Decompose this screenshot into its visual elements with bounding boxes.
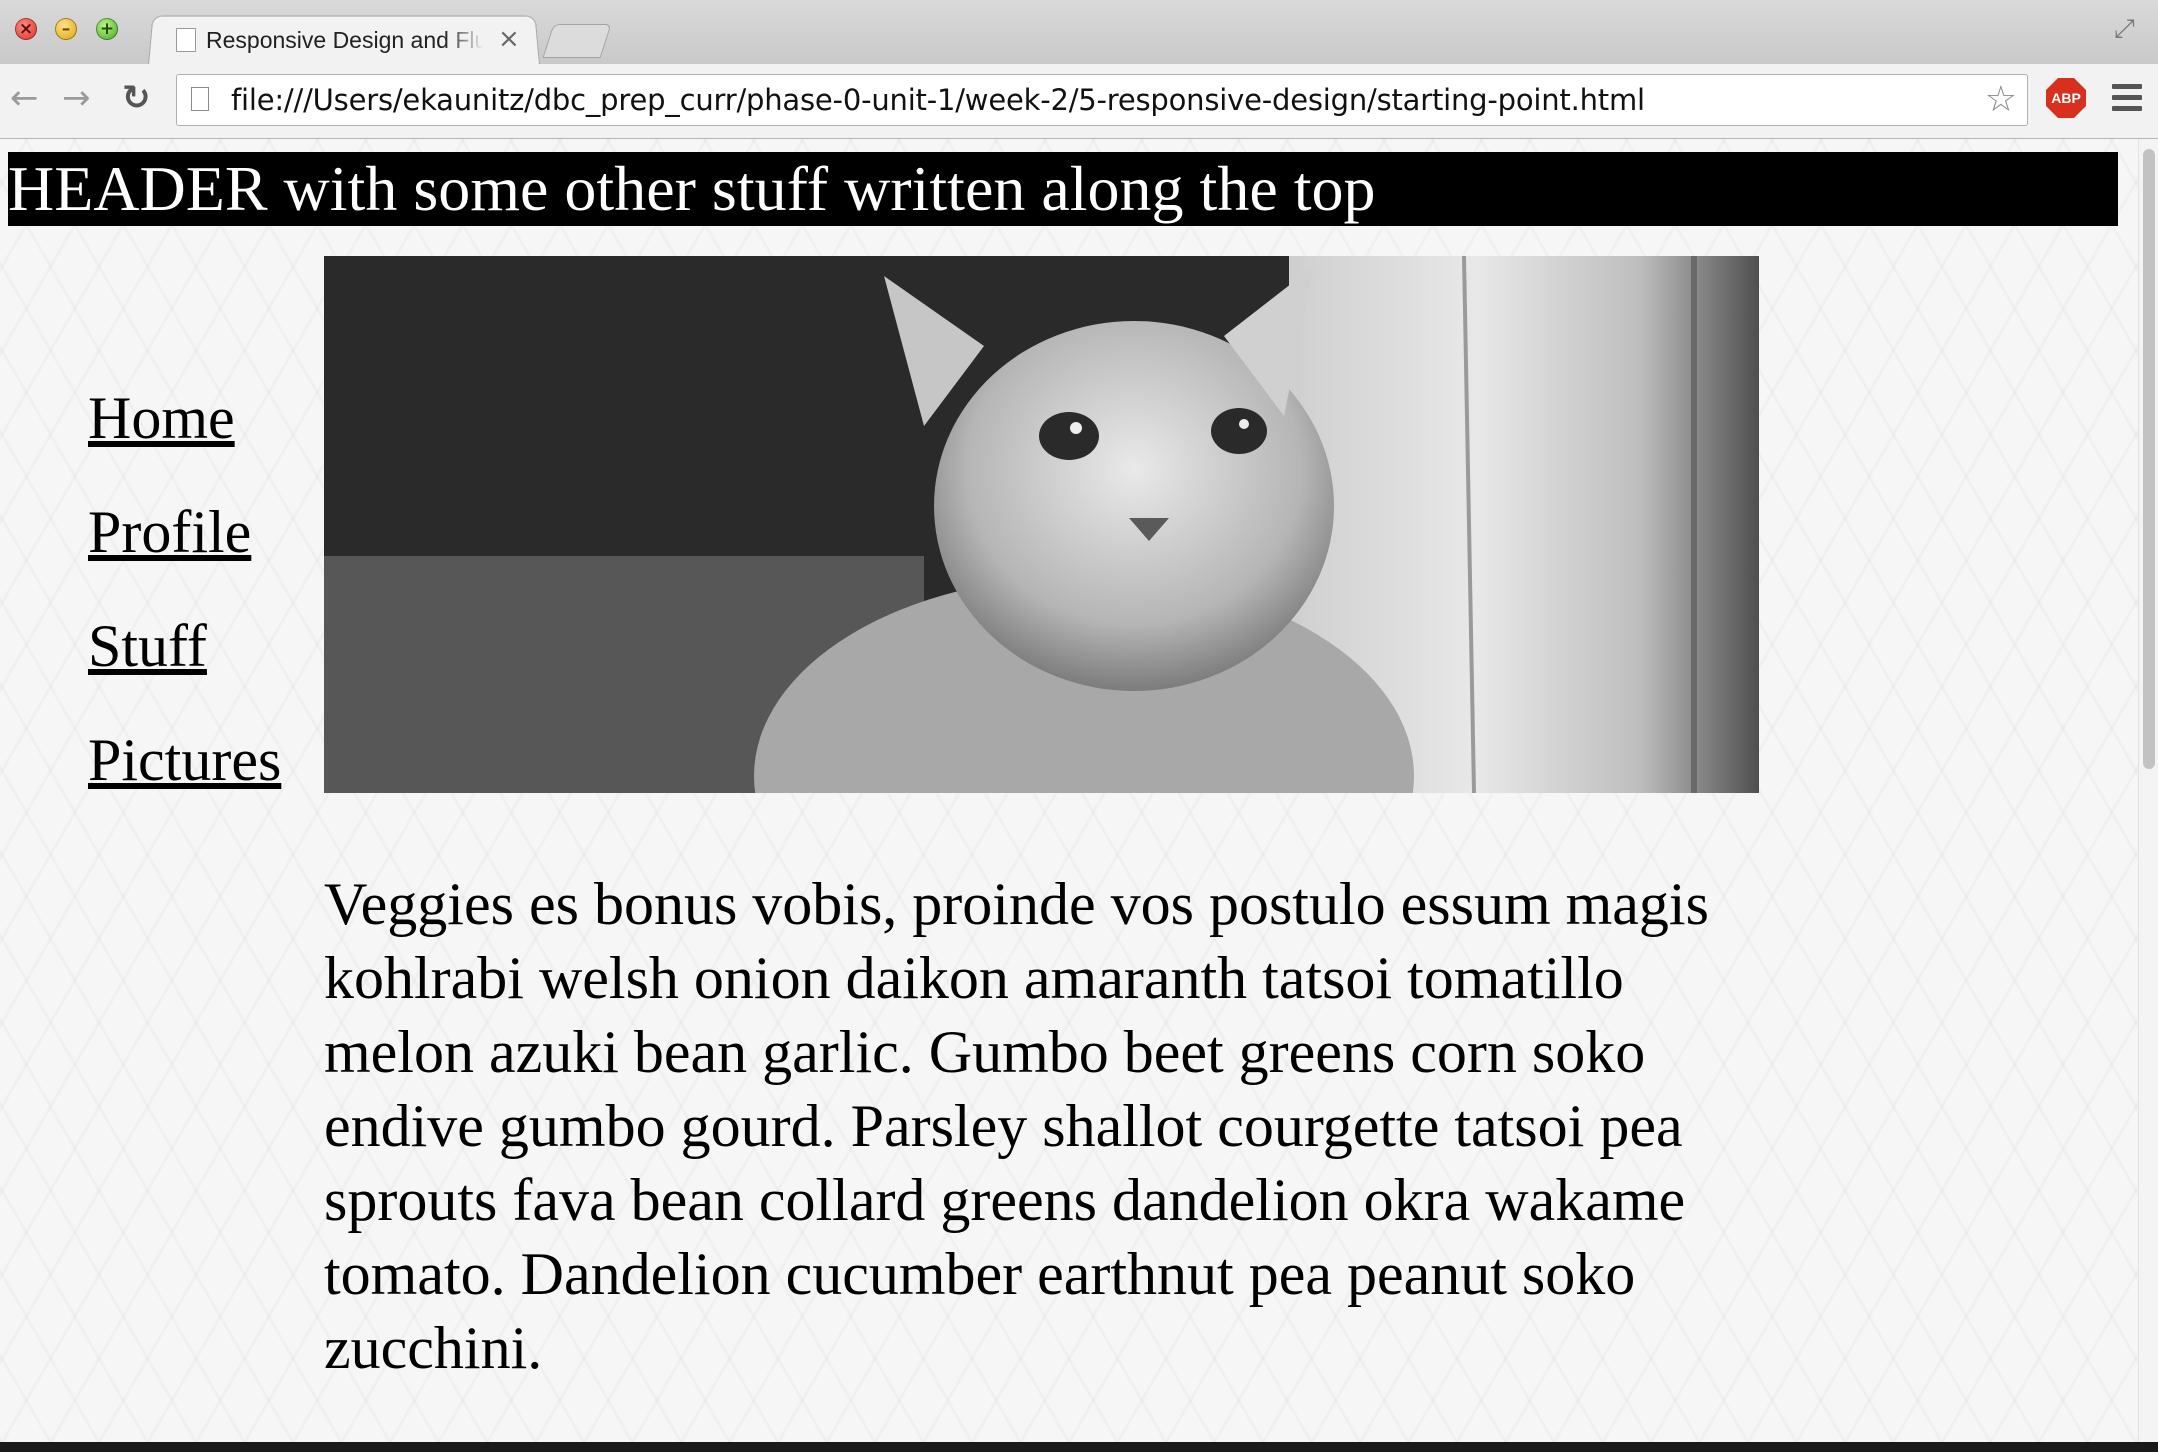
tab-title: Responsive Design and Fluid Layouts	[206, 27, 484, 54]
nav-link-profile[interactable]: Profile	[88, 475, 281, 589]
browser-toolbar: ← → ↻ file:///Users/ekaunitz/dbc_prep_cu…	[0, 64, 2158, 139]
window-close-button[interactable]: ×	[15, 18, 37, 40]
scrollbar-thumb[interactable]	[2143, 149, 2155, 769]
new-tab-button[interactable]	[542, 24, 612, 58]
nav-link-stuff[interactable]: Stuff	[88, 589, 281, 703]
window-maximize-button[interactable]: +	[96, 18, 118, 40]
page-icon	[176, 28, 196, 52]
forward-arrow-icon[interactable]: →	[62, 78, 91, 118]
address-bar[interactable]: file:///Users/ekaunitz/dbc_prep_curr/pha…	[176, 74, 2028, 126]
browser-tab-content[interactable]: Responsive Design and Fluid Layouts ×	[172, 22, 532, 58]
url-text[interactable]: file:///Users/ekaunitz/dbc_prep_curr/pha…	[231, 83, 1645, 117]
close-icon: ×	[18, 19, 34, 39]
menu-icon[interactable]	[2112, 84, 2142, 117]
nav-link-home[interactable]: Home	[88, 361, 281, 475]
kitten-photo	[324, 256, 1759, 793]
side-nav: Home Profile Stuff Pictures	[88, 361, 281, 817]
nav-link-pictures[interactable]: Pictures	[88, 703, 281, 817]
scrollbar[interactable]	[2138, 139, 2158, 1442]
page-icon	[191, 87, 209, 111]
bookmark-star-icon[interactable]: ☆	[1985, 79, 2017, 120]
page-header: HEADER with some other stuff written alo…	[8, 152, 2118, 226]
hero-image	[324, 256, 1759, 793]
page-viewport: HEADER with some other stuff written alo…	[0, 139, 2138, 1442]
article-text: Veggies es bonus vobis, proinde vos post…	[324, 867, 1764, 1385]
maximize-icon: +	[99, 19, 115, 39]
fullscreen-icon[interactable]: ⤢	[2114, 14, 2135, 45]
minimize-icon: –	[61, 19, 71, 39]
window-minimize-button[interactable]: –	[55, 18, 77, 40]
bottom-edge	[0, 1442, 2158, 1452]
back-arrow-icon[interactable]: ←	[10, 78, 39, 118]
adblock-plus-icon[interactable]: ABP	[2046, 78, 2086, 118]
reload-icon[interactable]: ↻	[122, 78, 151, 118]
tab-close-button[interactable]: ×	[498, 24, 520, 54]
body-paragraph: Veggies es bonus vobis, proinde vos post…	[324, 871, 1709, 1381]
tab-strip: × – + Responsive Design and Fluid Layout…	[0, 0, 2158, 66]
